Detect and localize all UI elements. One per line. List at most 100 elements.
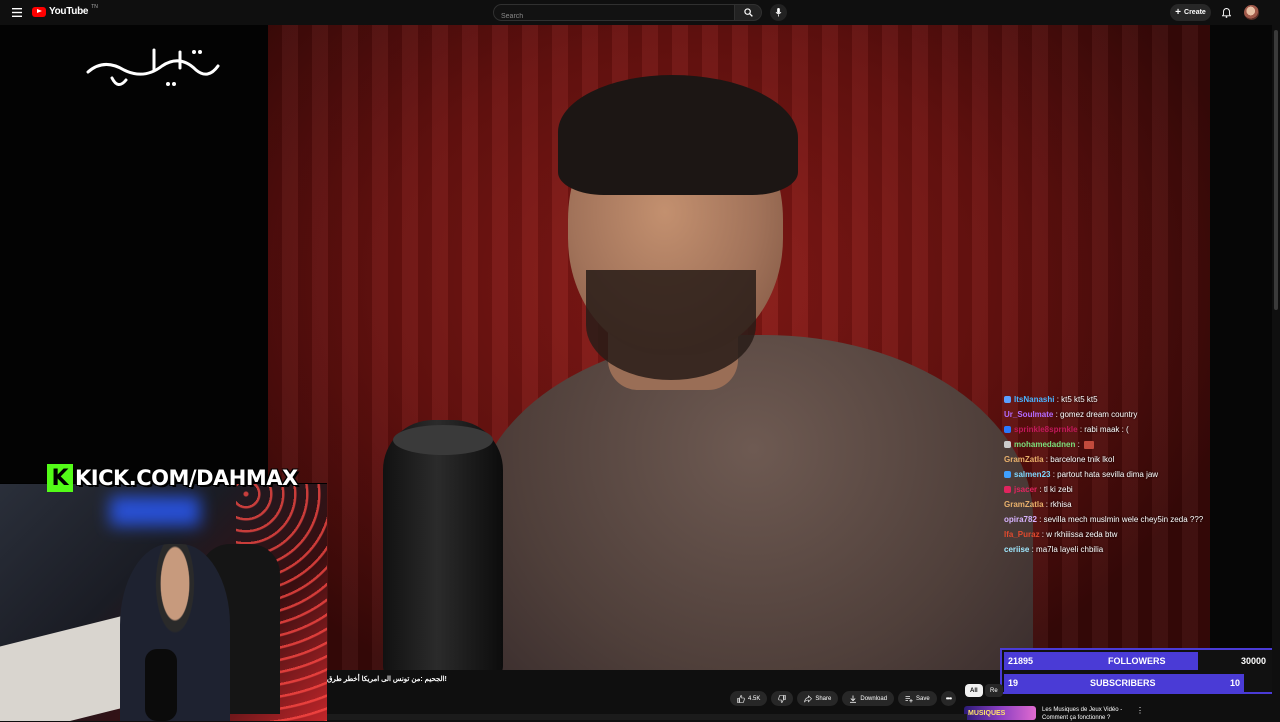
chat-badge-icon [1004,426,1011,433]
more-actions-button[interactable]: ••• [940,691,957,706]
youtube-play-icon [32,6,46,17]
chat-message: jsacer : tl ki zebi [1004,482,1274,497]
chat-message: ItsNanashi : kt5 kt5 kt5 [1004,392,1274,407]
account-avatar[interactable] [1244,5,1259,20]
microphone-icon [775,8,782,17]
save-to-playlist-icon [905,695,913,702]
speaker-sweater [473,335,1033,670]
chat-separator: : [1037,485,1044,494]
chat-message: Ifa_Puraz : w rkhiiissa zeda btw [1004,527,1274,542]
bell-icon [1222,7,1231,18]
chat-username: jsacer [1014,485,1038,494]
chat-text: sevilla mech muslmin wele chey5in zeda ?… [1043,515,1204,524]
chat-text: partout hata sevilla dima jaw [1057,470,1159,479]
recommended-video-thumbnail[interactable]: MUSIQUES [964,706,1036,720]
kick-handle: KICK.COM/DAHMAX [75,466,298,490]
share-label: Share [815,695,832,702]
video-actions: 4.5K Share Download Save ••• [730,691,957,706]
create-button[interactable]: + Create [1170,4,1211,21]
more-horizontal-icon: ••• [945,694,952,703]
thumbs-down-icon [778,694,787,703]
country-code: TN [91,3,98,10]
subscribers-label: SUBSCRIBERS [1090,678,1156,688]
description-area-edge [327,714,967,720]
speaker-beard [586,270,756,380]
chat-text: tl ki zebi [1043,485,1073,494]
video-letterbox-right [1210,25,1272,670]
chat-separator: : [1075,440,1083,449]
filter-chip-related[interactable]: Re [985,684,1003,697]
share-button[interactable]: Share [797,691,839,706]
chat-badge-icon [1004,396,1011,403]
share-icon [804,694,813,703]
chat-username: ceriise [1004,545,1030,554]
search-input[interactable] [494,9,728,24]
chat-username: GramZatla [1004,500,1044,509]
chat-username: salmen23 [1014,470,1051,479]
chat-text: barcelone tnik lkol [1050,455,1115,464]
subscribers-current: 19 [1008,678,1019,688]
chat-message: Ur_Soulmate : gomez dream country [1004,407,1274,422]
channel-watermark-logo [86,48,220,86]
save-button[interactable]: Save [898,691,937,706]
chat-message: salmen23 : partout hata sevilla dima jaw [1004,467,1274,482]
chat-text: w rkhiiissa zeda btw [1046,530,1118,539]
microphone-grille [393,425,493,455]
followers-target: 30000 [1240,656,1266,666]
chat-username: sprinkle8sprnkle [1014,425,1078,434]
like-count: 4.5K [748,695,761,702]
download-button[interactable]: Download [842,691,895,706]
followers-label: FOLLOWERS [1108,656,1166,666]
hamburger-menu-icon[interactable] [8,4,25,21]
search-box [493,4,735,24]
chat-message: opira782 : sevilla mech muslmin wele che… [1004,512,1274,527]
chat-text: rabi maak : ( [1084,425,1129,434]
dislike-button[interactable] [771,691,794,706]
chat-username: Ur_Soulmate [1004,410,1054,419]
chat-badge-icon [1004,471,1011,478]
search-icon [743,8,753,17]
save-label: Save [916,695,930,702]
webcam-microphone [145,649,177,721]
voice-search-button[interactable] [770,4,787,21]
recommended-video-menu-icon[interactable]: ⋮ [1136,706,1144,715]
notifications-button[interactable] [1218,4,1235,21]
webcam-desk [0,611,140,721]
chat-text: kt5 kt5 kt5 [1061,395,1098,404]
followers-current: 21895 [1008,656,1034,666]
chat-message: GramZatla : barcelone tnik lkol [1004,452,1274,467]
chat-username: ItsNanashi [1014,395,1055,404]
subscribers-goal: 19 SUBSCRIBERS 10 [1004,674,1244,692]
chat-text: ma7la layeli chbilia [1036,545,1104,554]
search-button[interactable] [735,4,762,21]
studio-microphone [383,420,503,670]
followers-goal: 21895 FOLLOWERS 30000 [1004,652,1270,670]
chat-username: opira782 [1004,515,1037,524]
video-title: !الجحيم :من تونس الى امريكا أخطر طرق [327,676,447,683]
chat-message: mohamedadnen : [1004,437,1274,452]
like-button[interactable]: 4.5K [730,691,768,706]
kick-banner: K KICK.COM/DAHMAX [47,464,298,492]
chat-message: ceriise : ma7la layeli chbilia [1004,542,1274,557]
streamer-webcam [0,483,327,721]
page-scrollbar-thumb[interactable] [1274,30,1278,310]
thumbs-up-icon [737,694,745,703]
followers-progress-fill [1004,652,1199,670]
filter-chip-all[interactable]: All [965,684,983,697]
stream-chat-overlay: ItsNanashi : kt5 kt5 kt5 Ur_Soulmate : go… [1004,392,1274,557]
chat-message: GramZatla : rkhisa [1004,497,1274,512]
video-player[interactable] [268,25,1210,670]
youtube-logo[interactable]: YouTube TN [32,3,98,17]
chat-text: gomez dream country [1060,410,1138,419]
kick-logo-icon: K [47,464,73,492]
chat-username: Ifa_Puraz [1004,530,1040,539]
subscribers-target: 10 [1229,678,1240,688]
youtube-logo-text: YouTube [49,6,89,17]
webcam-blue-light [110,496,200,526]
top-bar: YouTube TN + Create [0,0,1280,25]
chat-username: mohamedadnen [1014,440,1076,449]
chat-emote-icon [1084,440,1095,449]
download-icon [850,695,857,703]
chat-text: rkhisa [1050,500,1072,509]
stream-goals: 21895 FOLLOWERS 30000 19 SUBSCRIBERS 10 [1000,648,1274,694]
